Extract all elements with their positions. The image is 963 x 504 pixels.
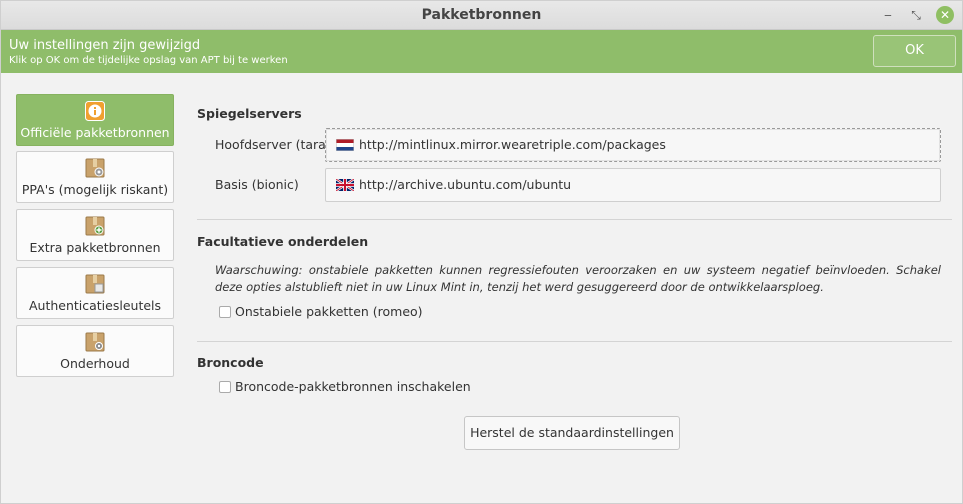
sidebar-item-maintenance[interactable]: Onderhoud xyxy=(16,325,174,377)
uk-flag-icon xyxy=(336,179,354,191)
reset-defaults-button[interactable]: Herstel de standaardinstellingen xyxy=(464,416,680,450)
window: Pakketbronnen ‒ ⤡ ✕ Uw instellingen zijn… xyxy=(0,0,963,504)
sidebar-item-label: PPA's (mogelijk riskant) xyxy=(21,182,169,197)
package-add-icon xyxy=(85,216,105,236)
info-bar-subtitle: Klik op OK om de tijdelijke opslag van A… xyxy=(9,55,288,66)
close-icon[interactable]: ✕ xyxy=(936,6,954,24)
sidebar-item-label: Officiële pakketbronnen xyxy=(20,125,170,140)
sidebar-item-label: Authenticatiesleutels xyxy=(28,298,162,313)
netherlands-flag-icon xyxy=(336,139,354,151)
sidebar-item-label: Onderhoud xyxy=(60,356,130,371)
sidebar-item-official-sources[interactable]: Officiële pakketbronnen xyxy=(16,94,174,146)
info-bar: Uw instellingen zijn gewijzigd Klik op O… xyxy=(1,30,962,73)
source-code-checkbox[interactable] xyxy=(219,381,231,393)
unstable-warning-text: Waarschuwing: onstabiele pakketten kunne… xyxy=(215,263,941,294)
sidebar-item-extra-sources[interactable]: Extra pakketbronnen xyxy=(16,209,174,261)
sidebar-item-ppas[interactable]: PPA's (mogelijk riskant) xyxy=(16,151,174,203)
base-server-url: http://archive.ubuntu.com/ubuntu xyxy=(359,177,572,192)
maximize-icon[interactable]: ⤡ xyxy=(907,6,925,24)
info-icon xyxy=(85,101,105,121)
window-title: Pakketbronnen xyxy=(421,7,542,23)
divider xyxy=(197,219,952,220)
info-bar-title: Uw instellingen zijn gewijzigd xyxy=(9,38,201,53)
main-server-url: http://mintlinux.mirror.wearetriple.com/… xyxy=(359,137,666,152)
base-server-label: Basis (bionic) xyxy=(215,177,299,192)
sidebar-item-auth-keys[interactable]: Authenticatiesleutels xyxy=(16,267,174,319)
base-server-field[interactable]: http://archive.ubuntu.com/ubuntu xyxy=(325,168,941,202)
unstable-packages-label[interactable]: Onstabiele pakketten (romeo) xyxy=(235,304,423,319)
source-heading: Broncode xyxy=(197,355,264,370)
package-ppa-icon xyxy=(85,158,105,178)
main-server-field[interactable]: http://mintlinux.mirror.wearetriple.com/… xyxy=(325,128,941,162)
minimize-icon[interactable]: ‒ xyxy=(879,6,897,24)
main-server-label: Hoofdserver (tara) xyxy=(215,137,331,152)
ok-button[interactable]: OK xyxy=(873,35,956,67)
mirrors-heading: Spiegelservers xyxy=(197,106,302,121)
unstable-packages-checkbox[interactable] xyxy=(219,306,231,318)
divider xyxy=(197,341,952,342)
sidebar-item-label: Extra pakketbronnen xyxy=(29,240,161,255)
package-maintenance-icon xyxy=(85,332,105,352)
title-bar[interactable]: Pakketbronnen ‒ ⤡ ✕ xyxy=(1,1,962,30)
optional-heading: Facultatieve onderdelen xyxy=(197,234,369,249)
package-keys-icon xyxy=(85,274,105,294)
source-code-label[interactable]: Broncode-pakketbronnen inschakelen xyxy=(235,379,471,394)
